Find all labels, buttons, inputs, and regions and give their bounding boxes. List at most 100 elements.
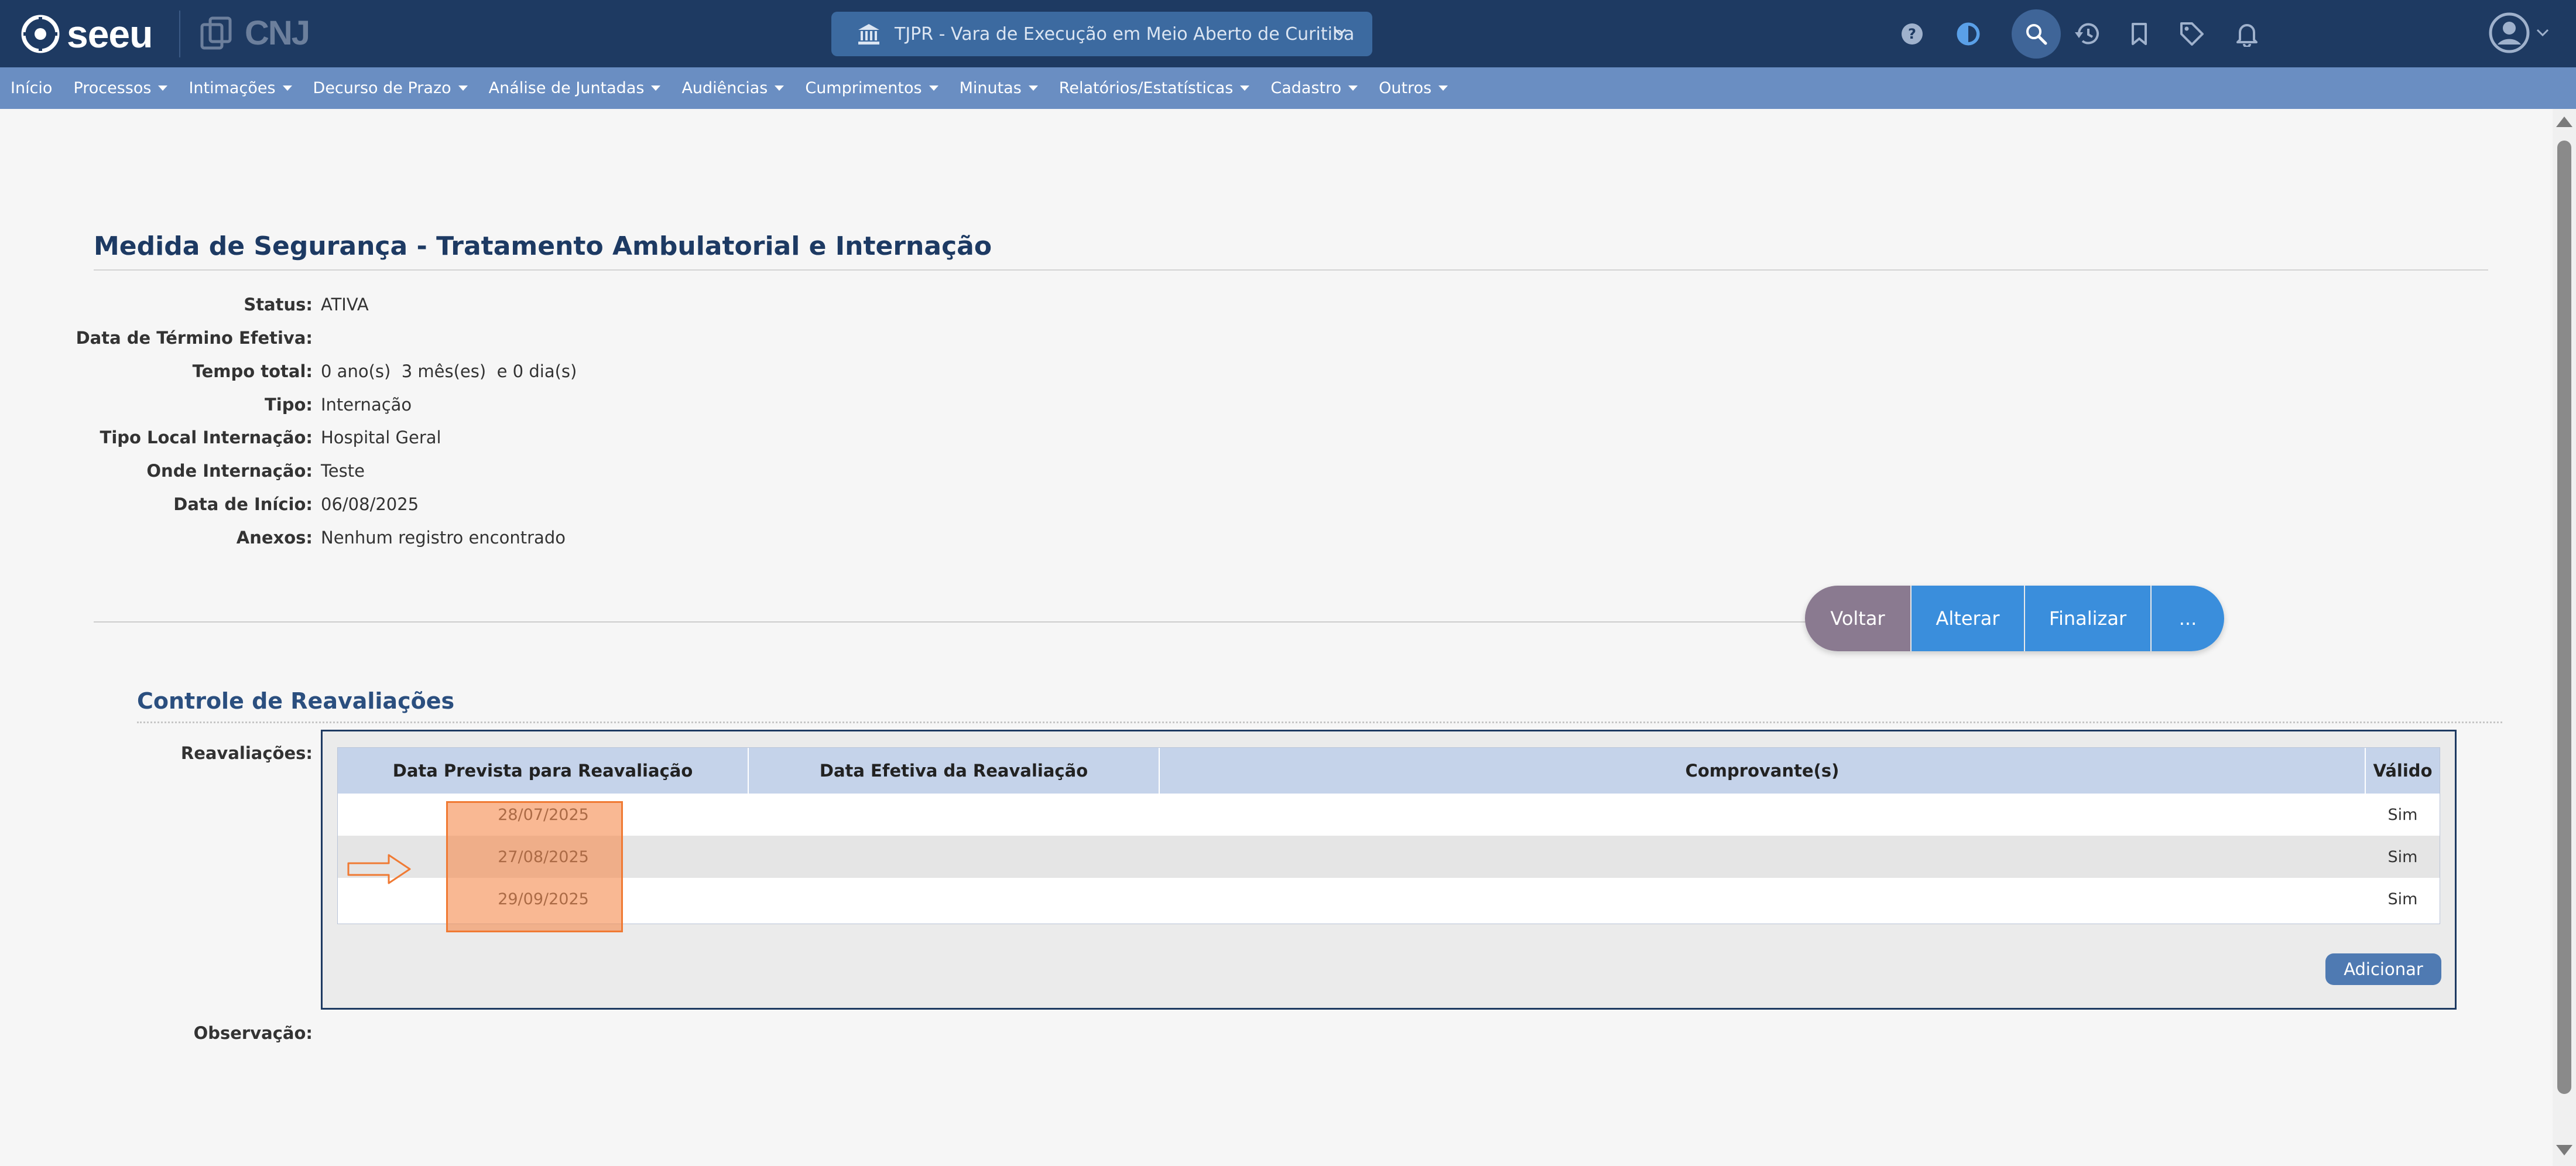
field-tempo-total: Tempo total: 0 ano(s) 3 mês(es) e 0 dia(…	[0, 360, 577, 383]
more-actions-button[interactable]: ...	[2152, 586, 2224, 651]
menu-item-outros[interactable]: Outros	[1379, 79, 1448, 97]
caret-down-icon	[158, 86, 168, 91]
menu-item-intimacoes[interactable]: Intimações	[189, 79, 292, 97]
cell-comprovante	[1160, 794, 2366, 836]
court-selector[interactable]: TJPR - Vara de Execução em Meio Aberto d…	[831, 12, 1372, 56]
table-header: Data Prevista para Reavaliação Data Efet…	[338, 748, 2440, 794]
svg-text:?: ?	[1908, 26, 1916, 42]
brand-name: seeu	[67, 12, 153, 56]
tag-icon	[2180, 22, 2204, 46]
scrollbar-thumb[interactable]	[2557, 141, 2571, 1094]
search-button[interactable]	[2012, 9, 2061, 59]
tag-button[interactable]	[2172, 14, 2212, 54]
table-row[interactable]: 27/08/2025 Sim	[338, 836, 2440, 878]
field-data-termino-efetiva: Data de Término Efetiva:	[0, 326, 321, 350]
scroll-up-arrow-icon[interactable]	[2555, 115, 2574, 129]
bookmark-button[interactable]	[2119, 14, 2159, 54]
alterar-button[interactable]: Alterar	[1912, 586, 2025, 651]
field-label: Reavaliações:	[180, 743, 313, 763]
caret-down-icon	[775, 86, 785, 91]
field-value: Hospital Geral	[321, 428, 441, 447]
table-row[interactable]: 28/07/2025 Sim	[338, 794, 2440, 836]
column-header-valido[interactable]: Válido	[2366, 748, 2440, 794]
column-header-comprovantes[interactable]: Comprovante(s)	[1160, 748, 2366, 794]
page-title: Medida de Segurança - Tratamento Ambulat…	[94, 231, 992, 261]
menu-item-inicio[interactable]: Início	[11, 79, 52, 97]
section-title-reavaliacoes: Controle de Reavaliações	[137, 688, 455, 714]
brand-logo[interactable]: seeu	[21, 12, 153, 56]
field-tipo-local-internacao: Tipo Local Internação: Hospital Geral	[0, 426, 441, 449]
voltar-button[interactable]: Voltar	[1805, 586, 1912, 651]
cell-data-efetiva	[749, 794, 1160, 836]
help-icon: ?	[1902, 23, 1923, 45]
field-label: Tempo total:	[192, 361, 313, 381]
column-header-data-efetiva[interactable]: Data Efetiva da Reavaliação	[749, 748, 1160, 794]
menu-item-cadastro[interactable]: Cadastro	[1270, 79, 1358, 97]
caret-down-icon	[1348, 86, 1358, 91]
menu-item-minutas[interactable]: Minutas	[960, 79, 1038, 97]
theme-toggle-icon	[1957, 22, 1980, 46]
scroll-down-arrow-icon[interactable]	[2555, 1143, 2574, 1157]
field-label: Onde Internação:	[146, 461, 313, 481]
column-header-data-prevista[interactable]: Data Prevista para Reavaliação	[338, 748, 749, 794]
court-building-icon	[858, 24, 879, 45]
adicionar-button[interactable]: Adicionar	[2325, 953, 2441, 985]
menu-item-audiencias[interactable]: Audiências	[681, 79, 785, 97]
field-value: ATIVA	[321, 295, 369, 314]
menu-item-processos[interactable]: Processos	[73, 79, 168, 97]
help-button[interactable]: ?	[1892, 14, 1932, 54]
caret-down-icon	[651, 86, 661, 91]
history-button[interactable]	[2067, 14, 2106, 54]
field-label: Tipo:	[264, 395, 313, 415]
cell-data-efetiva	[749, 878, 1160, 920]
court-selector-label: TJPR - Vara de Execução em Meio Aberto d…	[895, 23, 1355, 45]
field-value: 0 ano(s) 3 mês(es) e 0 dia(s)	[321, 361, 577, 381]
bell-icon	[2236, 24, 2258, 47]
field-value: Internação	[321, 395, 412, 415]
notifications-button[interactable]	[2227, 14, 2267, 54]
cell-valido: Sim	[2387, 890, 2418, 908]
actions-divider	[94, 621, 1815, 623]
field-label: Tipo Local Internação:	[100, 428, 313, 447]
field-label: Status:	[244, 295, 313, 314]
reavaliacoes-table: Data Prevista para Reavaliação Data Efet…	[337, 747, 2440, 924]
bookmark-icon	[2132, 23, 2147, 45]
field-reavaliacoes: Reavaliações:	[0, 741, 313, 765]
user-avatar-icon	[2489, 12, 2530, 53]
cell-comprovante	[1160, 836, 2366, 878]
caret-down-icon	[458, 86, 468, 91]
user-menu[interactable]	[2488, 12, 2549, 54]
cnj-emblem-icon	[200, 16, 232, 50]
cell-valido: Sim	[2387, 847, 2418, 866]
action-button-group: Voltar Alterar Finalizar ...	[1805, 586, 2224, 651]
field-value: 06/08/2025	[321, 494, 419, 514]
field-data-inicio: Data de Início: 06/08/2025	[0, 493, 419, 516]
brand-divider	[179, 11, 180, 57]
table-row[interactable]: 29/09/2025 Sim	[338, 878, 2440, 920]
field-label: Observação:	[193, 1023, 313, 1043]
title-divider	[94, 269, 2488, 271]
field-label: Anexos:	[236, 528, 313, 548]
caret-down-icon	[1438, 86, 1448, 91]
field-label: Data de Término Efetiva:	[76, 328, 313, 348]
field-value: Nenhum registro encontrado	[321, 528, 566, 548]
menu-item-analise-de-juntadas[interactable]: Análise de Juntadas	[489, 79, 661, 97]
menu-item-cumprimentos[interactable]: Cumprimentos	[805, 79, 938, 97]
cell-data-efetiva	[749, 836, 1160, 878]
caret-down-icon	[1240, 86, 1250, 91]
field-anexos: Anexos: Nenhum registro encontrado	[0, 526, 566, 549]
caret-down-icon	[282, 86, 292, 91]
caret-down-icon	[1028, 86, 1038, 91]
theme-toggle-button[interactable]	[1948, 14, 1988, 54]
menu-item-decurso-de-prazo[interactable]: Decurso de Prazo	[313, 79, 468, 97]
main-menu: Início Processos Intimações Decurso de P…	[0, 67, 2576, 109]
menu-item-relatorios-estatisticas[interactable]: Relatórios/Estatísticas	[1059, 79, 1250, 97]
top-bar: seeu CNJ TJPR - Vara de Execução em Meio…	[0, 0, 2576, 67]
annotation-arrow-icon	[347, 854, 411, 884]
seeu-logo-icon	[21, 15, 60, 53]
cell-comprovante	[1160, 878, 2366, 920]
caret-down-icon	[929, 86, 938, 91]
field-onde-internacao: Onde Internação: Teste	[0, 459, 365, 483]
finalizar-button[interactable]: Finalizar	[2025, 586, 2152, 651]
history-icon	[2075, 23, 2099, 45]
